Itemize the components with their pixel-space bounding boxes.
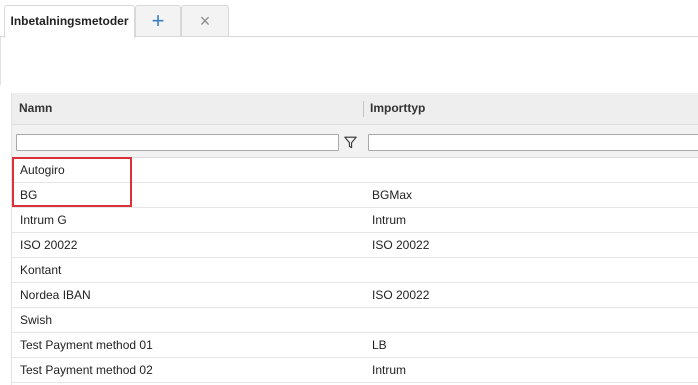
toolbar-area (0, 37, 698, 85)
cell-name: Intrum G (20, 213, 67, 227)
cell-name: Swish (20, 313, 53, 327)
filter-icon[interactable] (344, 136, 357, 149)
table-row[interactable]: Kontant (12, 258, 698, 283)
cell-import: ISO 20022 (372, 288, 430, 302)
cell-import: ISO 20022 (372, 238, 430, 252)
column-header-namn[interactable]: Namn (19, 93, 52, 124)
cell-name: Test Payment method 01 (20, 338, 153, 352)
table-row[interactable]: Test Payment method 02 Intrum (12, 358, 698, 383)
filter-row (12, 125, 698, 158)
table-row[interactable]: Test Payment method 01 LB (12, 333, 698, 358)
table-row[interactable]: Nordea IBAN ISO 20022 (12, 283, 698, 308)
cell-import: Intrum (372, 213, 407, 227)
cell-import: LB (372, 338, 387, 352)
cell-name: Test Payment method 02 (20, 363, 153, 377)
table-row[interactable]: BG BGMax (12, 183, 698, 208)
cell-name: Nordea IBAN (20, 288, 91, 302)
table-row[interactable]: Swish (12, 308, 698, 333)
name-filter-input[interactable] (16, 134, 339, 151)
tab-bar: Inbetalningsmetoder + × (0, 0, 698, 38)
column-header-importtyp[interactable]: Importtyp (370, 93, 425, 124)
cell-import: Intrum (372, 363, 407, 377)
cell-name: Autogiro (20, 163, 65, 177)
plus-icon: + (151, 8, 165, 33)
cell-name: ISO 20022 (20, 238, 78, 252)
grid-header: Namn Importtyp (12, 93, 698, 125)
cell-import: BGMax (372, 188, 413, 202)
tab-label: Inbetalningsmetoder (10, 14, 129, 28)
close-icon: × (199, 10, 211, 31)
cell-name: BG (20, 188, 38, 202)
grid-body: Autogiro BG BGMax Intrum G Intrum ISO 20… (12, 158, 698, 383)
import-filter-input[interactable] (368, 134, 698, 151)
table-row[interactable]: Autogiro (12, 158, 698, 183)
table-row[interactable]: ISO 20022 ISO 20022 (12, 233, 698, 258)
data-grid: Namn Importtyp Autogiro BG BGMax Intrum … (11, 93, 698, 385)
table-row[interactable]: Intrum G Intrum (12, 208, 698, 233)
tab-inbetalningsmetoder[interactable]: Inbetalningsmetoder (4, 5, 135, 38)
close-tab-button[interactable]: × (181, 5, 229, 36)
add-tab-button[interactable]: + (135, 5, 181, 36)
column-resize-handle[interactable] (363, 101, 364, 117)
cell-name: Kontant (20, 263, 62, 277)
